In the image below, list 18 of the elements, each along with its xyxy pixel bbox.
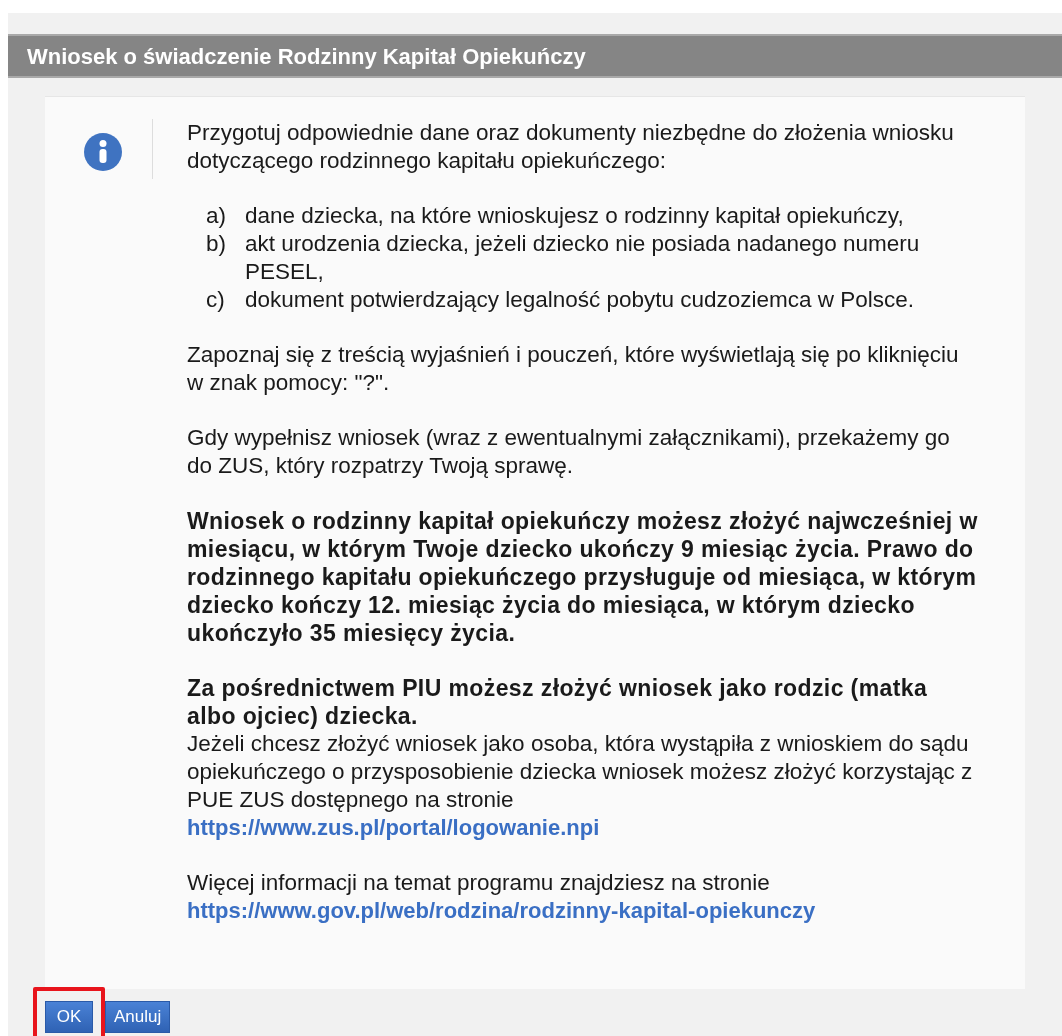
list-item-text: dokument potwierdzający legalność pobytu cudzoziemca w Polsce. <box>245 286 915 314</box>
list-item-text: dane dziecka, na które wnioskujesz o rodzinny kapitał opiekuńczy, <box>245 202 904 230</box>
cancel-button[interactable]: Anuluj <box>105 1001 171 1033</box>
info-icon <box>84 133 122 171</box>
notice-text: Za pośrednictwem PIU możesz złożyć wniosek jako rodzic (matka albo ojciec) dziecka. <box>187 674 929 730</box>
info-text: Więcej informacji na temat programu znajdziesz na stronie <box>187 869 771 897</box>
info-text: Gdy wypełnisz wniosek (wraz z ewentualnymi załącznikami), przekażemy go do ZUS, który rozpatrzy Twoją sprawę. <box>187 424 951 480</box>
ok-button[interactable]: OK <box>45 1001 93 1033</box>
info-text: Zapoznaj się z treścią wyjaśnień i pouczeń, które wyświetlają się po kliknięciu w znak pomocy: "?". <box>187 341 960 397</box>
link[interactable]: https://www.gov.pl/web/rodzina/rodzinny-kapital-opiekunczy <box>187 897 816 925</box>
list-marker: c) <box>206 286 226 314</box>
list-marker: b) <box>206 230 227 258</box>
window-title: Wniosek o świadczenie Rodzinny Kapitał Opiekuńczy <box>8 34 1062 78</box>
link[interactable]: https://www.zus.pl/portal/logowanie.npi <box>187 814 600 842</box>
list-marker: a) <box>206 202 227 230</box>
intro-text: Przygotuj odpowiednie dane oraz dokumenty niezbędne do złożenia wniosku dotyczącego rodzinnego kapitału opiekuńczego: <box>187 119 955 175</box>
info-text: Jeżeli chcesz złożyć wniosek jako osoba, która wystąpiła z wnioskiem do sądu opiekuńczego o przysposobienie dziecka wniosek możesz złożyć korzystając z PUE ZUS dostępnego na stronie <box>187 730 974 814</box>
notice-text: Wniosek o rodzinny kapitał opiekuńczy możesz złożyć najwcześniej w miesiącu, w którym Twoje dziecko ukończy 9 miesiąc życia. Prawo do rodzinnego kapitału opiekuńczego przysługuje od miesiąca, w którym dziecko kończy 12. miesiąc życia do miesiąca, w którym dziecko ukończyło 35 miesięcy życia. <box>187 507 979 647</box>
